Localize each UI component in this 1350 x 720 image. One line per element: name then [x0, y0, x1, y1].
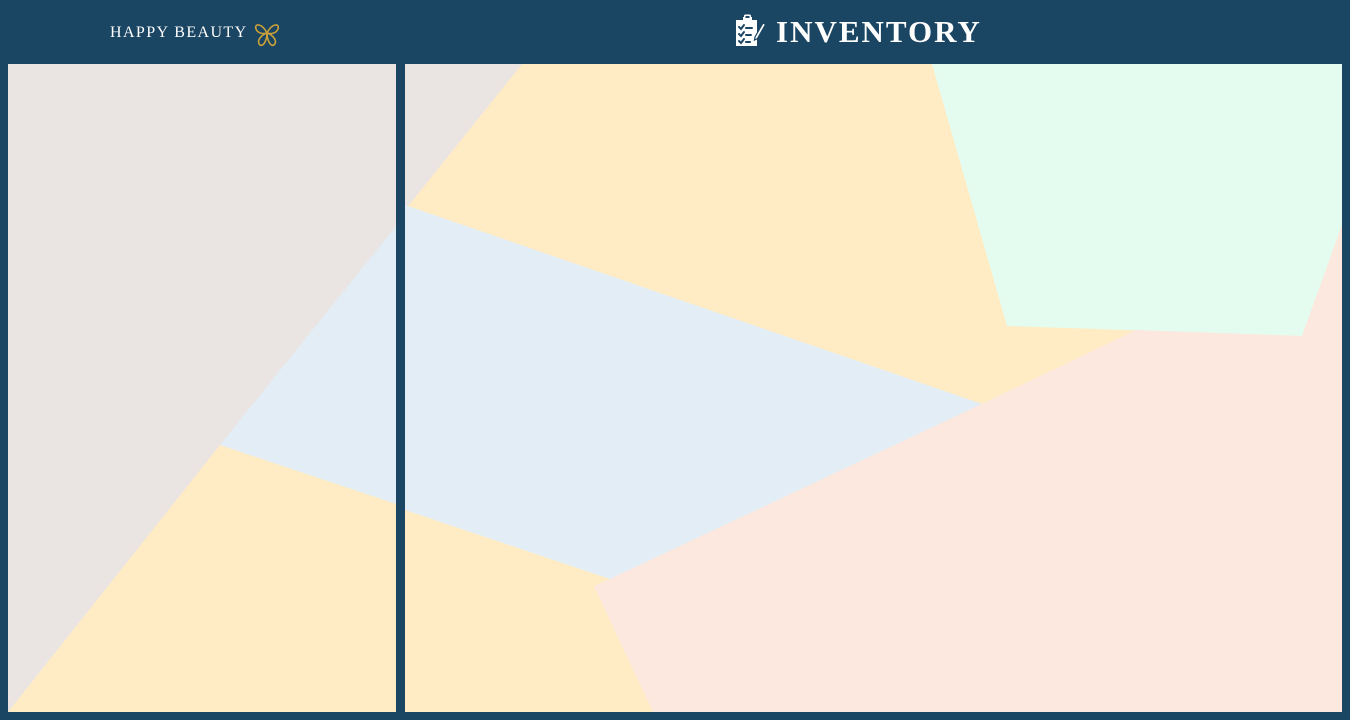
page-title-text: INVENTORY [776, 13, 982, 49]
top-bar: HAPPY BEAUTY INVENTORY [0, 0, 1350, 64]
app-frame: HAPPY BEAUTY INVENTORY [0, 0, 1350, 720]
butterfly-icon [252, 17, 282, 49]
brand-logo[interactable]: HAPPY BEAUTY [110, 17, 282, 49]
page-title: INVENTORY [732, 12, 982, 50]
right-panel-background [405, 64, 1342, 712]
brand-name: HAPPY BEAUTY [110, 24, 248, 41]
right-panel [405, 64, 1342, 712]
left-panel [8, 64, 396, 712]
clipboard-checklist-icon [732, 13, 767, 49]
left-panel-background [8, 64, 396, 712]
